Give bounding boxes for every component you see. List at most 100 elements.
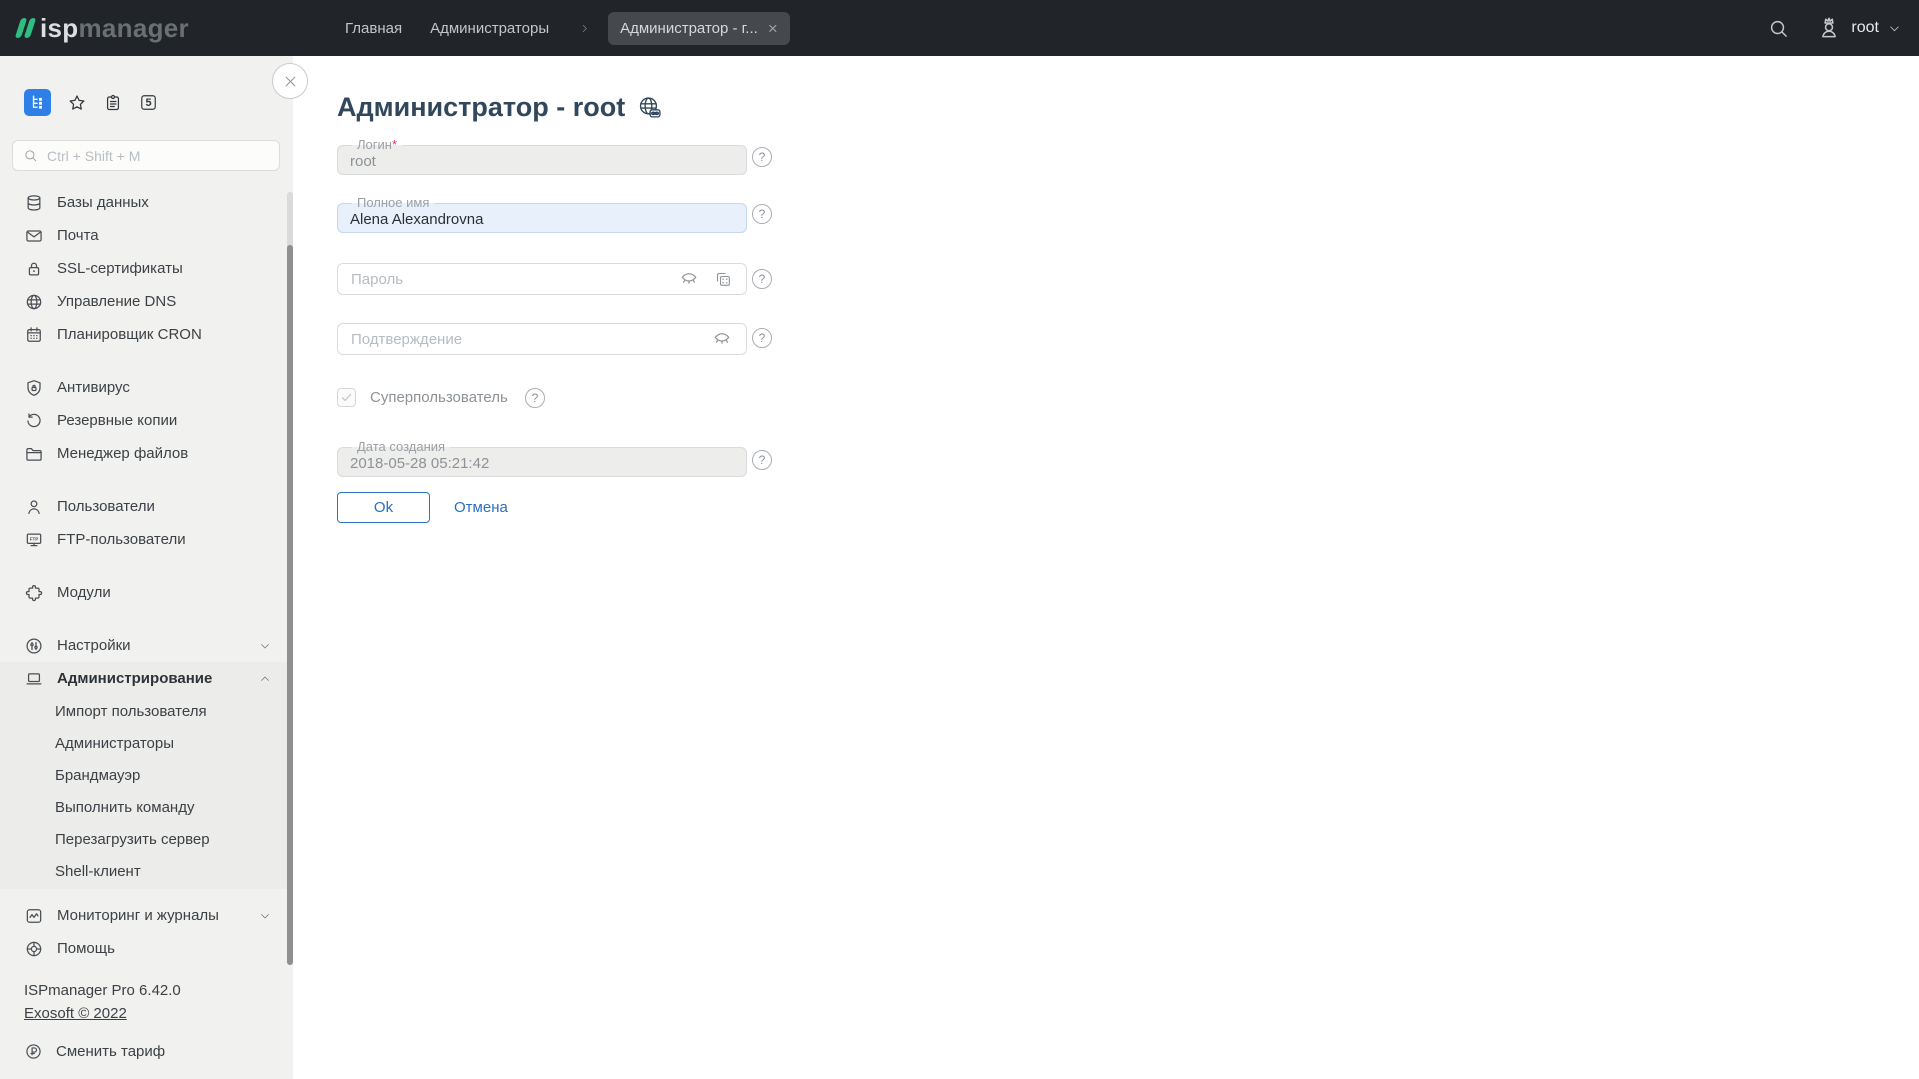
settings-icon: [24, 636, 44, 656]
full-name-input[interactable]: [350, 210, 734, 228]
ok-button[interactable]: Ok: [337, 492, 430, 523]
search-icon[interactable]: [1767, 17, 1790, 40]
help-icon[interactable]: ?: [752, 328, 772, 348]
globe-link-icon[interactable]: [637, 95, 662, 120]
sidebar-item-help[interactable]: Помощь: [0, 932, 293, 965]
sidebar-item-modules[interactable]: Модули: [0, 576, 293, 609]
sidebar-item-label: Резервные копии: [57, 412, 177, 429]
title-row: Администратор - root: [337, 92, 662, 123]
sidebar-item-label: Мониторинг и журналы: [57, 907, 219, 924]
sidebar-subitem-execute-command[interactable]: Выполнить команду: [0, 791, 293, 823]
chevron-down-icon: [259, 640, 271, 652]
form-buttons-row: Ok Отмена: [337, 492, 817, 523]
sidebar-footer: ISPmanager Pro 6.42.0 Exosoft © 2022 Сме…: [0, 979, 293, 1061]
change-tariff-button[interactable]: Сменить тариф: [24, 1042, 293, 1061]
full-name-field[interactable]: Полное имя: [337, 196, 747, 233]
mail-icon: [24, 226, 44, 246]
main-content: Администратор - root Логин* ? Полное имя: [293, 56, 1919, 1079]
sidebar-item-databases[interactable]: Базы данных: [0, 186, 293, 219]
sidebar-item-label: Менеджер файлов: [57, 445, 188, 462]
generate-password-dice-icon[interactable]: [713, 269, 733, 289]
help-icon[interactable]: ?: [752, 147, 772, 167]
lock-icon: [24, 259, 44, 279]
page-title: Администратор - root: [337, 92, 625, 123]
sidebar-search-placeholder: Ctrl + Shift + M: [47, 148, 140, 164]
copyright-link[interactable]: Exosoft © 2022: [24, 1002, 127, 1025]
sidebar-item-file-manager[interactable]: Менеджер файлов: [0, 437, 293, 470]
password-field[interactable]: [337, 263, 747, 295]
superuser-checkbox: [337, 388, 356, 407]
close-form-button[interactable]: [272, 63, 308, 99]
confirm-password-input[interactable]: [351, 331, 698, 348]
full-name-label: Полное имя: [352, 196, 434, 210]
chevron-up-icon: [259, 673, 271, 685]
user-crown-icon[interactable]: [1816, 15, 1842, 41]
help-icon[interactable]: ?: [752, 204, 772, 224]
sidebar-item-administration[interactable]: Администрирование: [0, 662, 293, 695]
close-icon: [283, 74, 298, 89]
sidebar-item-mail[interactable]: Почта: [0, 219, 293, 252]
tab-close-icon[interactable]: ×: [768, 20, 778, 37]
sidebar-item-users[interactable]: Пользователи: [0, 490, 293, 523]
login-label: Логин*: [352, 138, 402, 152]
notes-clipboard-button[interactable]: [103, 93, 123, 113]
search-icon: [23, 148, 38, 163]
sidebar-item-label: Администрирование: [57, 670, 212, 687]
help-icon[interactable]: ?: [752, 269, 772, 289]
sidebar-item-label: FTP-пользователи: [57, 531, 186, 548]
user-icon: [24, 497, 44, 517]
tab-administrator-root[interactable]: Администратор - г... ×: [608, 12, 790, 45]
sidebar-item-antivirus[interactable]: Антивирус: [0, 371, 293, 404]
breadcrumb-home[interactable]: Главная: [345, 20, 402, 37]
favorites-star-button[interactable]: [67, 93, 87, 113]
confirm-password-field[interactable]: [337, 323, 747, 355]
superuser-label: Суперпользователь: [370, 389, 508, 406]
user-menu-chevron-icon[interactable]: [1888, 22, 1901, 35]
sidebar-item-label: Пользователи: [57, 498, 155, 515]
breadcrumb-administrators[interactable]: Администраторы: [430, 20, 549, 37]
header-right: root: [1767, 0, 1901, 56]
user-name[interactable]: root: [1851, 19, 1879, 37]
sidebar-subitem-administrators[interactable]: Администраторы: [0, 727, 293, 759]
eye-closed-icon[interactable]: [678, 268, 700, 290]
recent-count-button[interactable]: 5: [139, 93, 158, 112]
sidebar-subitem-import-user[interactable]: Импорт пользователя: [0, 695, 293, 727]
sidebar-item-label: Базы данных: [57, 194, 149, 211]
sidebar-item-dns[interactable]: Управление DNS: [0, 285, 293, 318]
menu-tree-view-button[interactable]: [24, 89, 51, 116]
cancel-link[interactable]: Отмена: [454, 499, 508, 516]
sidebar-item-label: Модули: [57, 584, 111, 601]
sidebar-subitem-firewall[interactable]: Брандмауэр: [0, 759, 293, 791]
sidebar-item-monitoring[interactable]: Мониторинг и журналы: [0, 899, 293, 932]
sidebar-item-settings[interactable]: Настройки: [0, 629, 293, 662]
created-label: Дата создания: [352, 440, 450, 454]
sidebar-item-label: Планировщик CRON: [57, 326, 202, 343]
logo-text-manager: manager: [78, 13, 188, 44]
database-icon: [24, 193, 44, 213]
help-icon[interactable]: ?: [752, 450, 772, 470]
chevron-down-icon: [259, 910, 271, 922]
ispmanager-logo[interactable]: ispmanager: [18, 0, 189, 56]
ftp-monitor-icon: FTP: [24, 530, 44, 550]
sidebar-item-backups[interactable]: Резервные копии: [0, 404, 293, 437]
password-input[interactable]: [351, 271, 665, 288]
sidebar-item-ssl[interactable]: SSL-сертификаты: [0, 252, 293, 285]
help-icon[interactable]: ?: [525, 388, 545, 408]
sidebar-item-ftp-users[interactable]: FTP FTP-пользователи: [0, 523, 293, 556]
sidebar-subitem-shell-client[interactable]: Shell-клиент: [0, 855, 293, 887]
password-field-row: ?: [337, 263, 817, 295]
tab-label: Администратор - г...: [620, 20, 758, 37]
sidebar-subitem-reboot-server[interactable]: Перезагрузить сервер: [0, 823, 293, 855]
login-input: [350, 152, 734, 170]
login-field-row: Логин* ?: [337, 138, 817, 175]
sidebar-item-label: Управление DNS: [57, 293, 176, 310]
sidebar-item-cron[interactable]: Планировщик CRON: [0, 318, 293, 351]
required-asterisk: *: [392, 138, 397, 152]
sidebar-search-field[interactable]: Ctrl + Shift + M: [12, 140, 280, 171]
sidebar-item-label: SSL-сертификаты: [57, 260, 183, 277]
eye-closed-icon[interactable]: [711, 328, 733, 350]
top-header: ispmanager Главная Администраторы Админи…: [0, 0, 1919, 56]
puzzle-icon: [24, 583, 44, 603]
breadcrumb: Главная Администраторы Администратор - г…: [345, 0, 790, 56]
full-name-field-row: Полное имя ?: [337, 196, 817, 233]
